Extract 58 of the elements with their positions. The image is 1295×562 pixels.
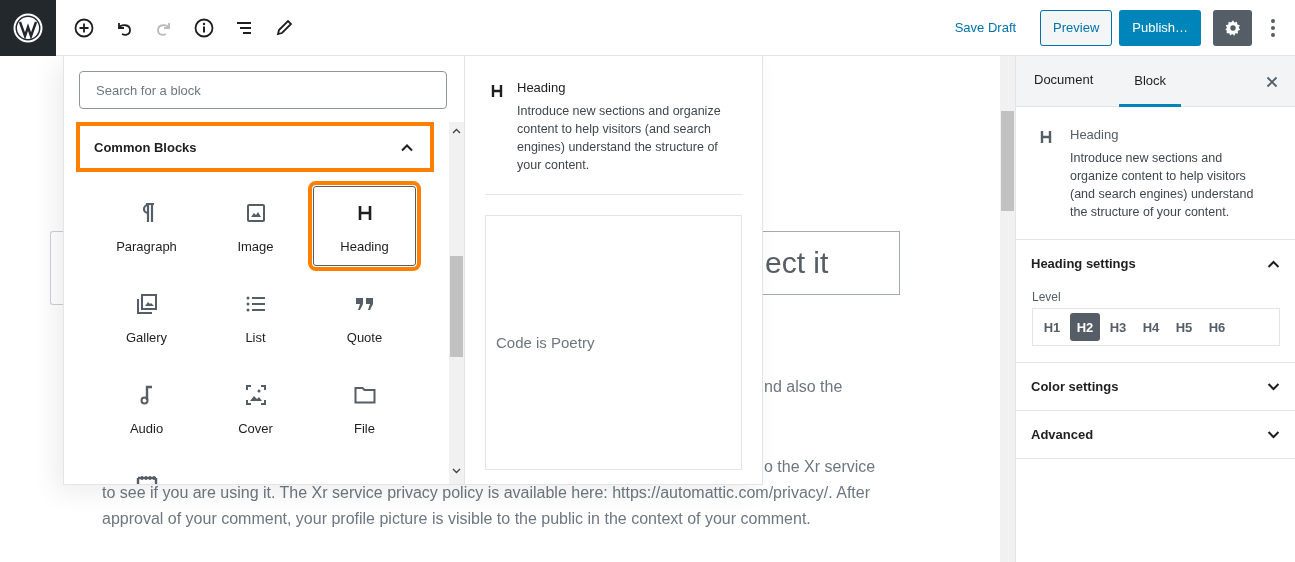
add-block-icon[interactable] <box>74 17 94 38</box>
image-icon <box>245 201 266 225</box>
paragraph-text: nd also the <box>764 377 844 397</box>
chevron-icon <box>1267 382 1280 391</box>
block-description: Introduce new sections and organize content to help visitors (and search engines) understand the structure of your content. <box>517 103 722 174</box>
block-description: Introduce new sections and organize content to help visitors (and search engines) understand the structure of your content. <box>1070 150 1255 221</box>
wordpress-logo-icon[interactable] <box>0 0 56 56</box>
more-options-icon[interactable] <box>1270 17 1276 38</box>
sidebar-tab[interactable]: Document <box>1024 56 1104 106</box>
heading-level-button[interactable]: H6 <box>1202 313 1232 341</box>
chevron-icon <box>1267 430 1280 439</box>
block-title: Heading <box>517 80 567 96</box>
search-field[interactable]: Search for a block <box>79 71 447 109</box>
sidebar-tab[interactable]: Block <box>1119 56 1182 107</box>
heading-level-button[interactable]: H2 <box>1070 313 1100 341</box>
publish-button[interactable]: Publish… <box>1119 9 1201 46</box>
panel-header[interactable]: Heading settings <box>1016 240 1295 287</box>
heading-level-button[interactable]: H4 <box>1136 313 1166 341</box>
scrollbar-thumb[interactable] <box>1001 111 1014 211</box>
block-item[interactable]: Image <box>201 186 310 266</box>
level-label: Level <box>1032 290 1062 304</box>
paragraph-text: approval of your comment, your profile picture is visible to the public in the context of your comment. <box>102 509 812 529</box>
panel-header[interactable]: Color settings <box>1016 363 1295 410</box>
preview-button[interactable]: Preview <box>1040 9 1113 46</box>
block-title: Heading <box>1070 127 1120 143</box>
scroll-up-icon[interactable] <box>452 128 461 134</box>
cover-image-icon <box>244 383 267 407</box>
block-item[interactable]: Quote <box>310 277 419 357</box>
block-item[interactable]: Audio <box>92 368 201 448</box>
close-icon[interactable] <box>1266 76 1278 88</box>
heading-icon <box>1040 130 1052 144</box>
heading-level-button[interactable]: H3 <box>1103 313 1133 341</box>
chevron-icon <box>1267 259 1280 268</box>
panel-header[interactable]: Advanced <box>1016 411 1295 458</box>
category-header[interactable]: Common Blocks <box>76 122 434 172</box>
block-item[interactable]: File <box>310 368 419 448</box>
block-item[interactable]: Cover <box>201 368 310 448</box>
save-draft-button[interactable]: Save Draft <box>954 20 1017 35</box>
heading-level-button[interactable]: H5 <box>1169 313 1199 341</box>
paragraph-text: o the Xr service <box>764 457 877 477</box>
preview-text: Code is Poetry <box>496 334 595 351</box>
block-item[interactable]: Gallery <box>92 277 201 357</box>
music-note-icon <box>139 383 154 407</box>
heading-icon <box>491 84 503 98</box>
settings-button[interactable] <box>1213 9 1252 46</box>
gallery-icon <box>135 292 158 316</box>
gear-icon <box>1223 18 1242 37</box>
heading-level-button[interactable]: H1 <box>1037 313 1067 341</box>
scrollbar[interactable] <box>449 122 464 484</box>
scrollbar[interactable] <box>1000 56 1015 562</box>
block-item[interactable]: List <box>201 277 310 357</box>
info-icon[interactable] <box>194 17 214 38</box>
heading-text: ect it <box>765 246 829 280</box>
scrollbar-thumb[interactable] <box>450 256 463 357</box>
paragraph-text: to see if you are using it. The Xr service privacy policy is available here: https://automattic.com/privacy/. After <box>102 483 872 503</box>
scroll-down-icon[interactable] <box>452 468 461 474</box>
pencil-icon[interactable] <box>274 17 294 38</box>
block-item[interactable]: Paragraph <box>92 186 201 266</box>
